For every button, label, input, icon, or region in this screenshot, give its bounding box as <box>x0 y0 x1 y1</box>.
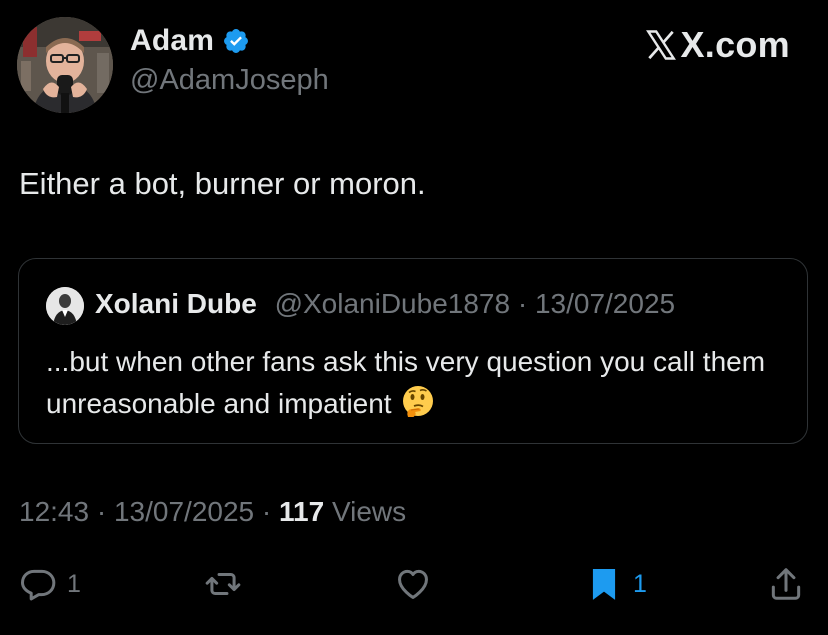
thinking-face-emoji-icon <box>402 386 433 417</box>
reply-button[interactable]: 1 <box>19 560 81 608</box>
bookmark-filled-icon <box>592 568 616 600</box>
reply-count: 1 <box>67 569 81 598</box>
share-icon <box>771 568 801 600</box>
tweet-time[interactable]: 12:43 <box>19 496 89 527</box>
quoted-tweet[interactable]: Xolani Dube @XolaniDube1878 · 13/07/2025… <box>18 258 808 444</box>
meta-separator-2: · <box>261 496 272 527</box>
tweet-date[interactable]: 13/07/2025 <box>114 496 254 527</box>
author-avatar[interactable] <box>17 17 113 113</box>
reply-icon <box>20 569 56 601</box>
action-bar: 1 1 <box>0 560 828 610</box>
x-logo-icon <box>646 30 677 60</box>
brand-text: X.com <box>680 24 790 65</box>
quoted-separator: · <box>517 288 528 319</box>
brand-watermark: X.com <box>643 24 790 66</box>
author-avatar-image <box>17 17 113 113</box>
bookmark-count: 1 <box>633 569 647 598</box>
tweet-meta: 12:43 · 13/07/2025 · 117 Views <box>19 496 406 528</box>
quoted-date[interactable]: 13/07/2025 <box>535 288 675 319</box>
quoted-text-block: ...but when other fans ask this very que… <box>46 341 786 425</box>
share-button[interactable] <box>767 560 805 608</box>
retweet-icon <box>205 572 241 596</box>
views-label: Views <box>331 496 407 527</box>
author-name[interactable]: Adam <box>130 24 214 58</box>
meta-separator-1: · <box>96 496 107 527</box>
views-count[interactable]: 117 <box>279 496 324 527</box>
author-name-row: Adam <box>130 24 250 58</box>
quoted-header: Xolani Dube @XolaniDube1878 · 13/07/2025 <box>95 288 675 320</box>
quoted-handle[interactable]: @XolaniDube1878 <box>275 288 510 319</box>
author-handle[interactable]: @AdamJoseph <box>130 64 329 97</box>
verified-badge-icon <box>224 29 249 53</box>
tweet-card: Adam @AdamJoseph X.com Either a bot, bur… <box>0 0 828 635</box>
retweet-button[interactable] <box>204 560 242 608</box>
bookmark-button[interactable]: 1 <box>585 560 647 608</box>
like-button[interactable] <box>394 560 432 608</box>
quoted-avatar[interactable] <box>46 287 84 325</box>
quoted-avatar-image <box>46 287 84 325</box>
heart-icon <box>398 569 428 599</box>
tweet-text: Either a bot, burner or moron. <box>19 166 426 201</box>
quoted-name[interactable]: Xolani Dube <box>95 288 257 319</box>
